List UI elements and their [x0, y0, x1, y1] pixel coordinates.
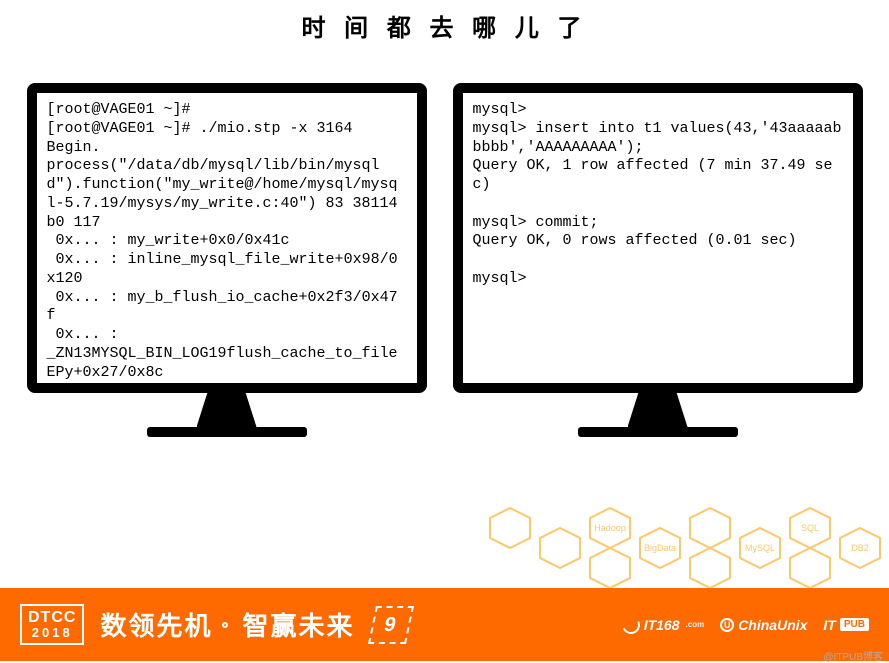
brand-text: ChinaUnix	[738, 617, 807, 633]
monitor-base-icon	[578, 427, 738, 437]
arc-icon	[619, 613, 642, 636]
brand-text: IT168	[644, 617, 680, 633]
hex-label: MySQL	[745, 543, 775, 553]
hex-label: SQL	[801, 523, 819, 533]
right-terminal-screen: mysql> mysql> insert into t1 values(43,'…	[453, 83, 863, 393]
emblem-icon: 9	[368, 606, 414, 644]
u-icon: U	[720, 618, 734, 632]
monitor-row: [root@VAGE01 ~]# [root@VAGE01 ~]# ./mio.…	[0, 83, 889, 437]
pub-tag: PUB	[840, 618, 869, 631]
footer-brands: IT168 .com U ChinaUnix IT PUB	[622, 616, 869, 634]
dtcc-badge: DTCC 2018	[20, 604, 84, 645]
hex-label: BigData	[644, 543, 676, 553]
footer-slogan: 数领先机 智赢未来 9	[100, 606, 410, 644]
brand-text: IT	[823, 617, 835, 633]
monitor-stand-icon	[628, 393, 688, 427]
slogan-part-b: 智赢未来	[242, 606, 354, 643]
slide-title: 时 间 都 去 哪 儿 了	[0, 8, 889, 43]
left-terminal-screen: [root@VAGE01 ~]# [root@VAGE01 ~]# ./mio.…	[27, 83, 427, 393]
brand-chinaunix: U ChinaUnix	[720, 617, 807, 633]
right-monitor: mysql> mysql> insert into t1 values(43,'…	[453, 83, 863, 437]
monitor-base-icon	[147, 427, 307, 437]
hex-label: Hadoop	[594, 523, 626, 533]
dot-icon	[222, 622, 228, 628]
watermark: @ITPUB博客	[823, 648, 883, 663]
brand-it168: IT168 .com	[622, 616, 704, 634]
badge-year: 2018	[28, 626, 76, 639]
slogan-part-a: 数领先机	[100, 606, 212, 643]
monitor-stand-icon	[197, 393, 257, 427]
badge-title: DTCC	[28, 610, 76, 626]
brand-suffix: .com	[686, 620, 705, 629]
hex-label: DB2	[851, 543, 869, 553]
footer-bar: DTCC 2018 数领先机 智赢未来 9 IT168 .com U China…	[0, 588, 889, 661]
left-monitor: [root@VAGE01 ~]# [root@VAGE01 ~]# ./mio.…	[27, 83, 427, 437]
brand-itpub: IT PUB	[823, 617, 869, 633]
